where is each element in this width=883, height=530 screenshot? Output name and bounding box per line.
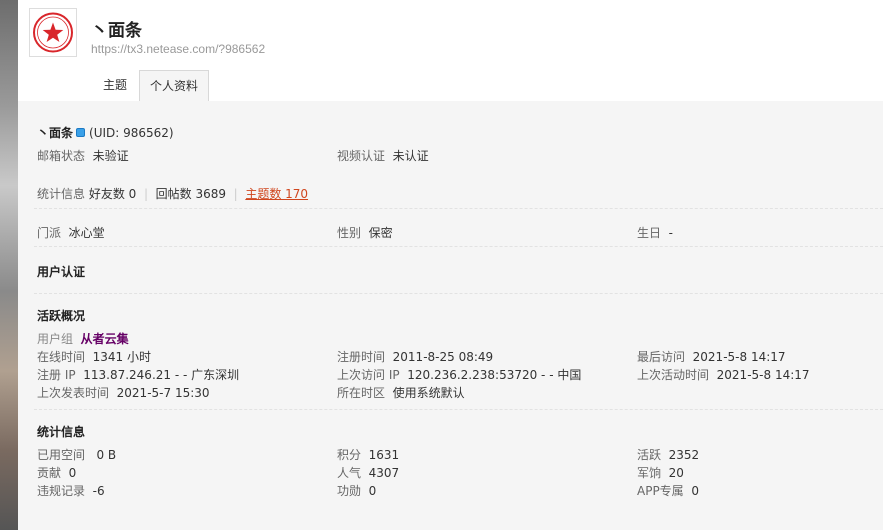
page-header: 丶面条 https://tx3.netease.com/?986562 主题 个…	[18, 0, 883, 102]
last-visit: 最后访问 2021-5-8 14:17	[637, 350, 786, 364]
page-title: 丶面条	[91, 21, 142, 41]
user-group-link[interactable]: 从者云集	[81, 332, 129, 346]
last-visit-ip: 上次访问 IP 120.236.2.238:53720 - - 中国	[337, 368, 582, 382]
online-status-icon	[76, 128, 86, 137]
tab-profile[interactable]: 个人资料	[139, 70, 209, 102]
user-uid: (UID: 986562)	[89, 126, 174, 140]
contribution: 贡献 0	[37, 466, 77, 480]
popularity: 人气 4307	[337, 466, 400, 480]
video-verification: 视频认证 未认证	[337, 149, 429, 163]
last-post-time: 上次发表时间 2021-5-7 15:30	[37, 386, 210, 400]
merit: 功勋 0	[337, 484, 377, 498]
email-status: 邮箱状态 未验证	[37, 149, 129, 163]
last-active-time: 上次活动时间 2021-5-8 14:17	[637, 368, 810, 382]
section-heading-auth: 用户认证	[37, 265, 86, 279]
register-ip: 注册 IP 113.87.246.21 - - 广东深圳	[37, 368, 240, 382]
divider	[34, 208, 883, 209]
user-name-row: 丶面条 (UID: 986562)	[37, 124, 174, 141]
tab-theme[interactable]: 主题	[91, 70, 139, 101]
sect: 门派 冰心堂	[37, 226, 105, 240]
stats-summary: 统计信息 好友数 0 | 回帖数 3689 | 主题数 170	[37, 187, 309, 201]
register-time: 注册时间 2011-8-25 08:49	[337, 350, 494, 364]
gender: 性别 保密	[337, 226, 393, 240]
military-pay: 军饷 20	[637, 466, 684, 480]
birthday: 生日 -	[637, 226, 673, 240]
background-strip	[0, 0, 18, 530]
timezone: 所在时区 使用系统默认	[337, 386, 465, 400]
divider	[34, 293, 883, 294]
profile-content: 丶面条 (UID: 986562) 邮箱状态 未验证 视频认证 未认证 统计信息 …	[18, 101, 883, 530]
seal-logo	[33, 12, 73, 53]
replies-count[interactable]: 回帖数 3689	[156, 187, 226, 201]
avatar[interactable]	[29, 8, 77, 57]
profile-url[interactable]: https://tx3.netease.com/?986562	[91, 42, 265, 56]
online-time: 在线时间 1341 小时	[37, 350, 152, 364]
app-exclusive: APP专属 0	[637, 484, 699, 498]
divider	[34, 246, 883, 247]
threads-count-link[interactable]: 主题数 170	[245, 187, 308, 201]
violation-record: 违规记录 -6	[37, 484, 105, 498]
activity-score: 活跃 2352	[637, 448, 700, 462]
friends-count[interactable]: 好友数 0	[89, 187, 136, 201]
section-heading-stats: 统计信息	[37, 425, 86, 439]
points: 积分 1631	[337, 448, 400, 462]
used-space: 已用空间 0 B	[37, 448, 117, 462]
user-name: 丶面条	[37, 126, 74, 140]
divider	[34, 409, 883, 410]
profile-panel: 丶面条 https://tx3.netease.com/?986562 主题 个…	[18, 0, 883, 530]
section-heading-activity: 活跃概况	[37, 309, 86, 323]
user-group: 用户组 从者云集	[37, 332, 129, 346]
